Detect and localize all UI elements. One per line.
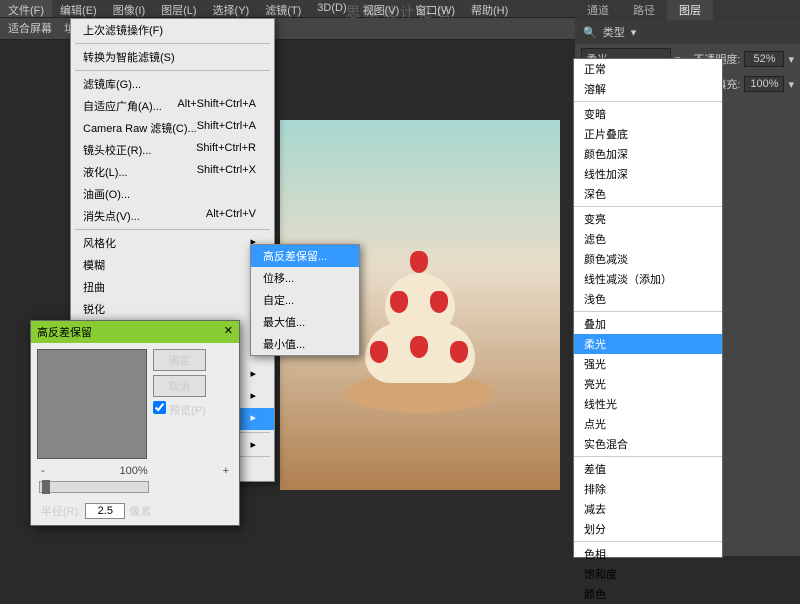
fit-screen-button[interactable]: 适合屏幕 bbox=[8, 23, 52, 35]
watermark: 思缘设计论坛 bbox=[346, 2, 454, 22]
high-pass-dialog: 高反差保留 ✕ 确定 取消 预览(P) - 100% + 半径(R): 像素 bbox=[30, 320, 240, 526]
menu-item[interactable]: 镜头校正(R)...Shift+Ctrl+R bbox=[71, 139, 274, 161]
submenu-item[interactable]: 最小值... bbox=[251, 333, 359, 355]
radius-slider[interactable] bbox=[39, 481, 149, 493]
blend-mode-dropdown: 正常溶解变暗正片叠底颜色加深线性加深深色变亮滤色颜色减淡线性减淡（添加）浅色叠加… bbox=[573, 58, 723, 558]
menu-file[interactable]: 文件(F) bbox=[0, 0, 52, 17]
dialog-preview bbox=[37, 349, 147, 459]
chevron-down-icon[interactable]: ▾ bbox=[788, 78, 794, 91]
tab-paths[interactable]: 路径 bbox=[621, 0, 667, 20]
blend-mode-option[interactable]: 正常 bbox=[574, 59, 722, 79]
menu-item[interactable]: 油画(O)... bbox=[71, 183, 274, 205]
blend-mode-option[interactable]: 变亮 bbox=[574, 209, 722, 229]
dialog-titlebar[interactable]: 高反差保留 ✕ bbox=[31, 321, 239, 343]
blend-mode-option[interactable]: 减去 bbox=[574, 499, 722, 519]
zoom-level: 100% bbox=[120, 465, 148, 477]
panel-tabs: 通道 路径 图层 bbox=[575, 0, 800, 20]
menu-item[interactable]: 锐化▸ bbox=[71, 298, 274, 320]
radius-input[interactable] bbox=[85, 503, 125, 519]
blend-mode-option[interactable]: 划分 bbox=[574, 519, 722, 539]
menu-image[interactable]: 图像(I) bbox=[105, 0, 153, 17]
radius-label: 半径(R): bbox=[41, 503, 81, 519]
blend-mode-option[interactable]: 叠加 bbox=[574, 314, 722, 334]
menu-item[interactable]: Camera Raw 滤镜(C)...Shift+Ctrl+A bbox=[71, 117, 274, 139]
menu-item[interactable]: 风格化▸ bbox=[71, 232, 274, 254]
kind-dropdown-icon[interactable]: ▾ bbox=[631, 26, 637, 39]
submenu-item[interactable]: 自定... bbox=[251, 289, 359, 311]
blend-mode-option[interactable]: 深色 bbox=[574, 184, 722, 204]
blend-mode-option[interactable]: 强光 bbox=[574, 354, 722, 374]
menu-select[interactable]: 选择(Y) bbox=[205, 0, 258, 17]
submenu-item[interactable]: 位移... bbox=[251, 267, 359, 289]
blend-mode-option[interactable]: 正片叠底 bbox=[574, 124, 722, 144]
zoom-in-button[interactable]: + bbox=[223, 465, 229, 477]
zoom-out-button[interactable]: - bbox=[41, 465, 45, 477]
cancel-button[interactable]: 取消 bbox=[153, 375, 206, 397]
close-icon[interactable]: ✕ bbox=[224, 324, 233, 340]
menu-item[interactable]: 自适应广角(A)...Alt+Shift+Ctrl+A bbox=[71, 95, 274, 117]
tab-layers[interactable]: 图层 bbox=[667, 0, 713, 20]
blend-mode-option[interactable]: 饱和度 bbox=[574, 564, 722, 584]
blend-mode-option[interactable]: 排除 bbox=[574, 479, 722, 499]
submenu-item[interactable]: 最大值... bbox=[251, 311, 359, 333]
radius-unit: 像素 bbox=[129, 503, 151, 519]
ok-button[interactable]: 确定 bbox=[153, 349, 206, 371]
blend-mode-option[interactable]: 颜色减淡 bbox=[574, 249, 722, 269]
blend-mode-option[interactable]: 亮光 bbox=[574, 374, 722, 394]
menu-item[interactable]: 模糊▸ bbox=[71, 254, 274, 276]
layer-kind-row: 🔍 类型 ▾ bbox=[575, 20, 800, 44]
slider-thumb[interactable] bbox=[42, 480, 50, 494]
blend-mode-option[interactable]: 浅色 bbox=[574, 289, 722, 309]
blend-mode-option[interactable]: 线性减淡（添加） bbox=[574, 269, 722, 289]
fill-value[interactable]: 100% bbox=[744, 76, 784, 92]
menu-help[interactable]: 帮助(H) bbox=[463, 0, 516, 17]
chevron-down-icon[interactable]: ▾ bbox=[788, 53, 794, 66]
blend-mode-option[interactable]: 颜色 bbox=[574, 584, 722, 604]
dialog-title-text: 高反差保留 bbox=[37, 324, 92, 340]
blend-mode-option[interactable]: 色相 bbox=[574, 544, 722, 564]
menu-item[interactable]: 转换为智能滤镜(S) bbox=[71, 46, 274, 68]
submenu-item[interactable]: 高反差保留... bbox=[251, 245, 359, 267]
blend-mode-option[interactable]: 线性加深 bbox=[574, 164, 722, 184]
blend-mode-option[interactable]: 点光 bbox=[574, 414, 722, 434]
menu-layer[interactable]: 图层(L) bbox=[153, 0, 204, 17]
cake-image bbox=[340, 233, 500, 413]
blend-mode-option[interactable]: 差值 bbox=[574, 459, 722, 479]
blend-mode-option[interactable]: 滤色 bbox=[574, 229, 722, 249]
menu-item[interactable]: 滤镜库(G)... bbox=[71, 73, 274, 95]
blend-mode-option[interactable]: 变暗 bbox=[574, 104, 722, 124]
search-icon: 🔍 bbox=[583, 26, 597, 39]
opacity-value[interactable]: 52% bbox=[744, 51, 784, 67]
blend-mode-option[interactable]: 线性光 bbox=[574, 394, 722, 414]
blend-mode-option[interactable]: 溶解 bbox=[574, 79, 722, 99]
blend-mode-option[interactable]: 柔光 bbox=[574, 334, 722, 354]
kind-label: 类型 bbox=[603, 24, 625, 40]
blend-mode-option[interactable]: 实色混合 bbox=[574, 434, 722, 454]
menu-edit[interactable]: 编辑(E) bbox=[52, 0, 105, 17]
menu-item[interactable]: 液化(L)...Shift+Ctrl+X bbox=[71, 161, 274, 183]
menu-item[interactable]: 扭曲▸ bbox=[71, 276, 274, 298]
other-submenu: 高反差保留...位移...自定...最大值...最小值... bbox=[250, 244, 360, 356]
tab-channels[interactable]: 通道 bbox=[575, 0, 621, 20]
menu-item[interactable]: 上次滤镜操作(F) bbox=[71, 19, 274, 41]
menu-filter[interactable]: 滤镜(T) bbox=[257, 0, 309, 17]
blend-mode-option[interactable]: 颜色加深 bbox=[574, 144, 722, 164]
preview-checkbox[interactable]: 预览(P) bbox=[153, 401, 206, 418]
menu-item[interactable]: 消失点(V)...Alt+Ctrl+V bbox=[71, 205, 274, 227]
